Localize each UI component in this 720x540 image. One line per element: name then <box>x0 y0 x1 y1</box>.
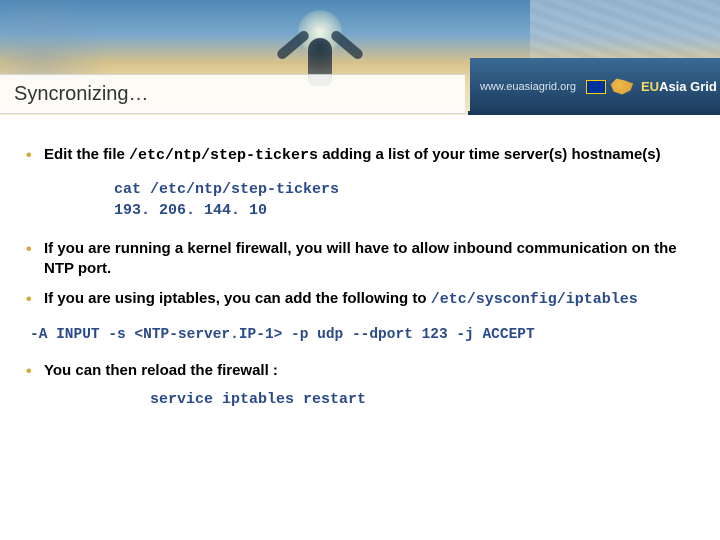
eu-flag-icon <box>586 80 606 94</box>
asia-map-icon <box>608 77 636 97</box>
site-url: www.euasiagrid.org <box>480 81 576 93</box>
bullet-firewall: If you are running a kernel firewall, yo… <box>20 239 700 280</box>
slide-content: Edit the file /etc/ntp/step-tickers addi… <box>20 145 700 408</box>
globe-decoration <box>0 0 120 80</box>
title-bar: Syncronizing… <box>0 74 465 114</box>
path-step-tickers: /etc/ntp/step-tickers <box>129 147 318 164</box>
code-cat-steptickers: cat /etc/ntp/step-tickers 193. 206. 144.… <box>114 180 700 221</box>
logo-text: EUAsia Grid <box>641 79 717 94</box>
bullet-iptables: If you are using iptables, you can add t… <box>20 289 700 310</box>
slide-title: Syncronizing… <box>14 83 149 106</box>
logo: EUAsia Grid <box>586 77 717 97</box>
bullet-reload: You can then reload the firewall : <box>20 361 700 381</box>
bullet-edit-file: Edit the file /etc/ntp/step-tickers addi… <box>20 145 700 166</box>
keyboard-decoration <box>530 0 720 58</box>
code-service-restart: service iptables restart <box>150 391 700 408</box>
path-iptables: /etc/sysconfig/iptables <box>431 291 638 308</box>
slide-banner: www.euasiagrid.org EUAsia Grid Syncroniz… <box>0 0 720 115</box>
code-iptables-rule: -A INPUT -s <NTP-server.IP-1> -p udp --d… <box>30 327 700 343</box>
banner-right-strip: www.euasiagrid.org EUAsia Grid <box>470 58 720 115</box>
